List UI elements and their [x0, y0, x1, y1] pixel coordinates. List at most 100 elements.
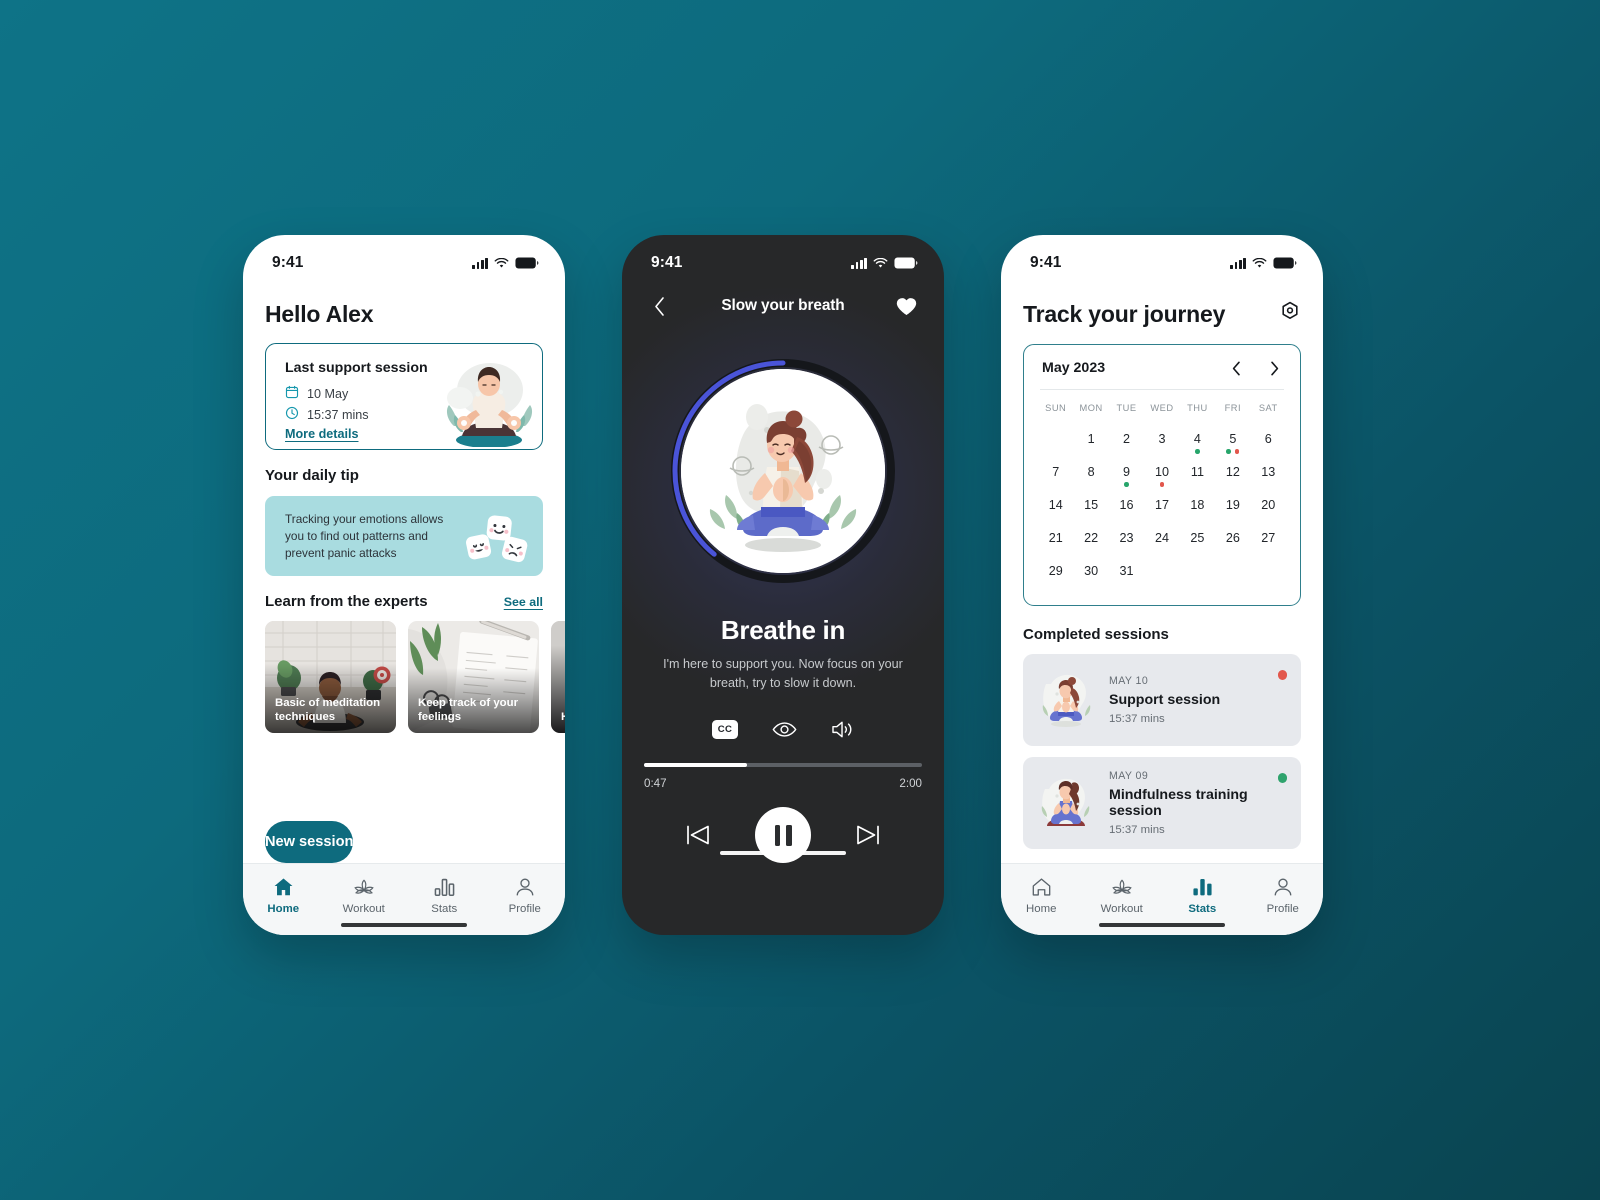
back-button[interactable]: [646, 293, 672, 319]
volume-icon[interactable]: [831, 720, 854, 739]
calendar-day-cell[interactable]: 4: [1180, 428, 1215, 461]
next-track-icon[interactable]: [855, 823, 881, 847]
calendar-month-label: May 2023: [1042, 360, 1106, 376]
new-session-wrap: New session: [243, 821, 565, 863]
calendar-day-number: 14: [1048, 498, 1063, 512]
daily-tip-text: Tracking your emotions allows you to fin…: [285, 512, 444, 561]
calendar-day-cell[interactable]: 9: [1109, 461, 1144, 494]
calendar-day-cell[interactable]: 10: [1144, 461, 1179, 494]
lotus-icon: [353, 877, 375, 897]
calendar-day-cell[interactable]: 15: [1073, 494, 1108, 527]
calendar-icon: [285, 385, 299, 402]
calendar-day-cell[interactable]: 25: [1180, 527, 1215, 560]
calendar-day-cell[interactable]: 14: [1038, 494, 1073, 527]
calendar-day-cell[interactable]: 16: [1109, 494, 1144, 527]
see-all-link[interactable]: See all: [504, 595, 543, 609]
bar-chart-icon: [1192, 877, 1213, 897]
tab-profile[interactable]: Profile: [1243, 877, 1324, 915]
last-session-duration-row: 15:37 mins: [285, 406, 369, 423]
status-time: 9:41: [651, 254, 683, 271]
expert-card[interactable]: Basic of meditation techniques: [265, 621, 396, 733]
calendar-day-cell[interactable]: 2: [1109, 428, 1144, 461]
person-icon: [515, 877, 535, 897]
calendar-weekday: MON: [1079, 403, 1103, 413]
seek-bar[interactable]: [644, 763, 922, 768]
calendar-day-cell[interactable]: 19: [1215, 494, 1250, 527]
calendar-day-grid[interactable]: 1 2 3 4 5 6 7 8 9 10 11 12 13 14 15 16 17 18 19 20 21 22 23 24 2…: [1038, 428, 1286, 593]
calendar-day-cell[interactable]: 13: [1251, 461, 1286, 494]
calendar-day-cell[interactable]: 7: [1038, 461, 1073, 494]
last-session-card[interactable]: Last support session 10 May 15:37 mins M…: [265, 343, 543, 450]
status-badge: [1277, 670, 1287, 680]
bottom-tab-bar: Home Workout Stats Profile: [243, 863, 565, 935]
expert-card[interactable]: How to ... your ...: [551, 621, 565, 733]
session-list-item[interactable]: MAY 09 Mindfulness training session 15:3…: [1023, 757, 1301, 849]
tab-stats[interactable]: Stats: [404, 877, 485, 915]
closed-captions-icon[interactable]: CC: [712, 720, 738, 740]
calendar-prev-button[interactable]: [1228, 359, 1244, 377]
cellular-signal-icon: [1230, 257, 1246, 269]
calendar-day-number: 19: [1225, 498, 1240, 512]
calendar-day-cell[interactable]: 5: [1215, 428, 1250, 461]
wifi-icon: [494, 257, 509, 269]
calendar-weekday: TUE: [1116, 403, 1137, 413]
daily-tip-card[interactable]: Tracking your emotions allows you to fin…: [265, 496, 543, 576]
calendar-day-cell[interactable]: 6: [1251, 428, 1286, 461]
calendar-dot-green: [1195, 449, 1200, 454]
calendar-day-cell[interactable]: 8: [1073, 461, 1108, 494]
tab-workout[interactable]: Workout: [324, 877, 405, 915]
expert-card[interactable]: Keep track of your feelings: [408, 621, 539, 733]
calendar-day-number: 22: [1084, 531, 1099, 545]
calendar-weekday: SUN: [1045, 403, 1067, 413]
tab-workout[interactable]: Workout: [1082, 877, 1163, 915]
expert-card-label: Basic of meditation techniques: [275, 696, 381, 723]
calendar-day-cell[interactable]: 20: [1251, 494, 1286, 527]
calendar-day-cell[interactable]: 21: [1038, 527, 1073, 560]
home-indicator: [720, 850, 846, 856]
target-settings-icon[interactable]: [1279, 301, 1301, 328]
calendar-day-cell[interactable]: 18: [1180, 494, 1215, 527]
calendar-day-cell[interactable]: 30: [1073, 560, 1108, 593]
calendar-day-number: 30: [1084, 564, 1099, 578]
calendar-day-cell[interactable]: 23: [1109, 527, 1144, 560]
calendar-card: May 2023 SUN MON TUE WED THU FRI SAT 123456789…: [1023, 344, 1301, 606]
calendar-day-cell[interactable]: 17: [1144, 494, 1179, 527]
tab-home[interactable]: Home: [243, 877, 324, 915]
calendar-weekday: FRI: [1224, 403, 1242, 413]
more-details-link[interactable]: More details: [285, 427, 358, 441]
calendar-day-cell[interactable]: 1: [1073, 428, 1108, 461]
eye-icon[interactable]: [772, 721, 797, 738]
calendar-day-cell[interactable]: 24: [1144, 527, 1179, 560]
tab-profile[interactable]: Profile: [485, 877, 566, 915]
heart-filled-icon[interactable]: [894, 293, 920, 319]
session-name: Support session: [1109, 692, 1221, 708]
seek-progress: [644, 763, 747, 768]
tab-stats[interactable]: Stats: [1162, 877, 1243, 915]
home-icon: [1031, 877, 1052, 897]
player-header: Slow your breath: [622, 281, 944, 323]
session-list-item[interactable]: MAY 10 Support session 15:37 mins: [1023, 654, 1301, 746]
new-session-button[interactable]: New session: [265, 821, 354, 863]
calendar-day-cell[interactable]: 27: [1251, 527, 1286, 560]
calendar-dot-red: [1159, 482, 1165, 487]
calendar-day-cell[interactable]: 31: [1109, 560, 1144, 593]
previous-track-icon[interactable]: [685, 823, 711, 847]
calendar-day-cell[interactable]: 26: [1215, 527, 1250, 560]
experts-carousel[interactable]: Basic of meditation techniques Keep trac…: [265, 621, 565, 733]
calendar-dot-green: [1226, 449, 1231, 454]
tab-home[interactable]: Home: [1001, 877, 1082, 915]
calendar-day-cell[interactable]: 22: [1073, 527, 1108, 560]
calendar-day-cell[interactable]: 12: [1215, 461, 1250, 494]
calendar-weekday: SAT: [1258, 403, 1278, 413]
calendar-day-number: 15: [1084, 498, 1099, 512]
calendar-day-cell[interactable]: 11: [1180, 461, 1215, 494]
calendar-day-cell[interactable]: 3: [1144, 428, 1179, 461]
daily-tip-heading: Your daily tip: [265, 467, 359, 484]
calendar-next-button[interactable]: [1266, 359, 1282, 377]
calendar-day-cell[interactable]: 29: [1038, 560, 1073, 593]
calendar-day-number: 9: [1123, 465, 1131, 479]
tab-home-label: Home: [267, 903, 300, 915]
elapsed-time: 0:47: [644, 777, 667, 791]
calendar-weekday: THU: [1187, 403, 1208, 413]
tab-workout-label: Workout: [1100, 903, 1143, 915]
